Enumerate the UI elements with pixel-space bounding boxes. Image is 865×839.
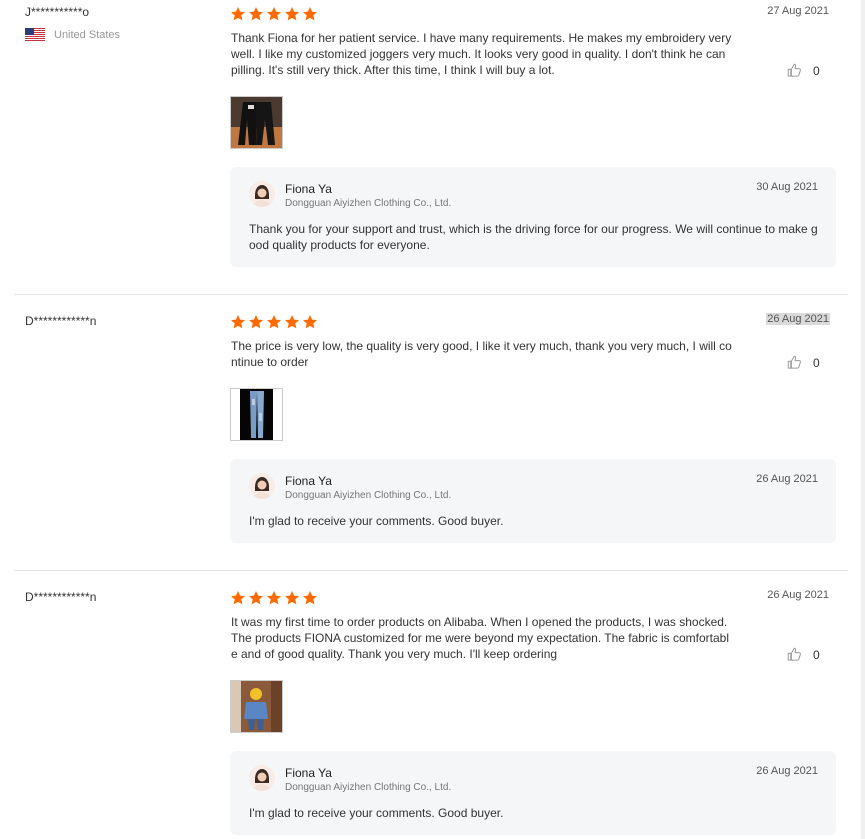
review-date: 27 Aug 2021: [767, 5, 829, 17]
star-icon: [285, 315, 299, 329]
seller-company: Dongguan Aiyizhen Clothing Co., Ltd.: [285, 490, 452, 501]
reply-text: I'm glad to receive your comments. Good …: [249, 514, 504, 528]
star-icon: [303, 591, 317, 605]
star-icon: [303, 315, 317, 329]
review-photo[interactable]: [230, 388, 283, 441]
us-flag-icon: [25, 28, 45, 41]
reply-date: 26 Aug 2021: [756, 473, 818, 485]
review-comment: Thank Fiona for her patient service. I h…: [231, 31, 732, 77]
seller-company: Dongguan Aiyizhen Clothing Co., Ltd.: [285, 782, 452, 793]
review-comment: The price is very low, the quality is ve…: [231, 339, 732, 369]
seller-name: Fiona Ya: [285, 474, 332, 488]
review-date: 26 Aug 2021: [766, 313, 830, 325]
reviewer-name: D************n: [25, 590, 97, 604]
rating-stars: [230, 590, 318, 606]
star-icon: [285, 7, 299, 21]
seller-avatar: [249, 473, 275, 499]
review-comment: It was my first time to order products o…: [231, 615, 729, 661]
seller-avatar: [249, 181, 275, 207]
reply-date: 26 Aug 2021: [756, 765, 818, 777]
star-icon: [231, 7, 245, 21]
review-photo[interactable]: [230, 680, 283, 733]
like-count: 0: [813, 63, 820, 78]
star-icon: [267, 591, 281, 605]
like-button[interactable]: 0: [787, 355, 820, 370]
star-icon: [231, 315, 245, 329]
thumbs-up-icon: [787, 355, 801, 369]
star-icon: [249, 315, 263, 329]
seller-reply: Fiona Ya Dongguan Aiyizhen Clothing Co.,…: [230, 459, 836, 543]
thumbs-up-icon: [787, 647, 801, 661]
star-icon: [285, 591, 299, 605]
seller-reply: Fiona Ya Dongguan Aiyizhen Clothing Co.,…: [230, 167, 836, 267]
reviewer-name: D************n: [25, 314, 97, 328]
star-icon: [267, 315, 281, 329]
star-icon: [249, 7, 263, 21]
like-button[interactable]: 0: [787, 63, 820, 78]
scrollbar[interactable]: [861, 0, 865, 839]
review-photo[interactable]: [230, 96, 283, 149]
reply-date: 30 Aug 2021: [756, 181, 818, 193]
like-count: 0: [813, 355, 820, 370]
seller-reply: Fiona Ya Dongguan Aiyizhen Clothing Co.,…: [230, 751, 836, 835]
seller-company: Dongguan Aiyizhen Clothing Co., Ltd.: [285, 198, 452, 209]
review-divider: [14, 570, 848, 571]
review-date: 26 Aug 2021: [767, 589, 829, 601]
star-icon: [231, 591, 245, 605]
like-count: 0: [813, 647, 820, 662]
reviewer-country: United States: [25, 28, 120, 41]
seller-avatar: [249, 765, 275, 791]
reviewer-name: J***********o: [25, 5, 90, 19]
star-icon: [249, 591, 263, 605]
rating-stars: [230, 314, 318, 330]
star-icon: [267, 7, 281, 21]
star-icon: [303, 7, 317, 21]
review-divider: [14, 294, 848, 295]
reply-text: I'm glad to receive your comments. Good …: [249, 806, 504, 820]
reply-text: Thank you for your support and trust, wh…: [249, 222, 818, 252]
thumbs-up-icon: [787, 63, 801, 77]
like-button[interactable]: 0: [787, 647, 820, 662]
country-label: United States: [54, 28, 121, 41]
rating-stars: [230, 6, 318, 22]
seller-name: Fiona Ya: [285, 766, 332, 780]
seller-name: Fiona Ya: [285, 182, 332, 196]
